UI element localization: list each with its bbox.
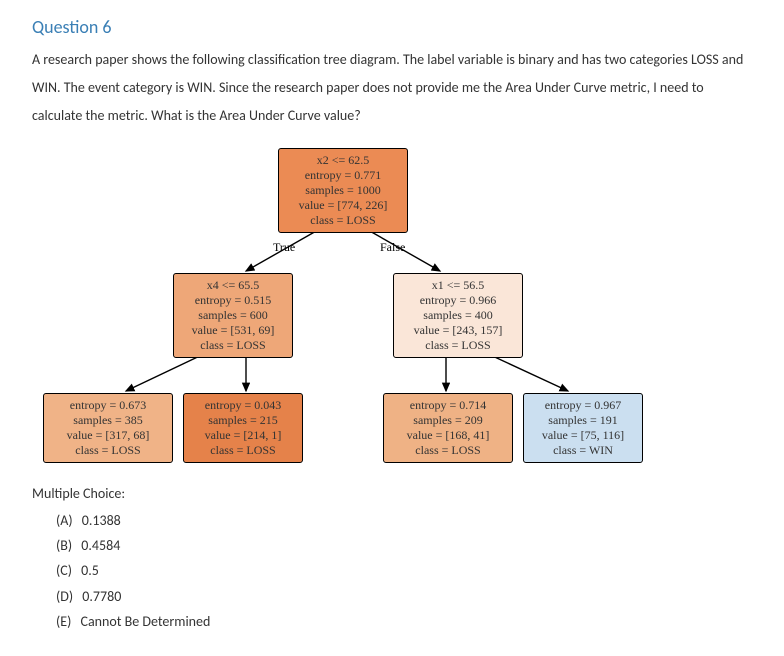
node-line: samples = 385 bbox=[73, 413, 142, 427]
node-line: samples = 600 bbox=[198, 308, 267, 322]
mc-option-b[interactable]: (B) 0.4584 bbox=[56, 533, 752, 558]
mc-text: 0.7780 bbox=[82, 588, 121, 605]
tree-leaf-ll: entropy = 0.673 samples = 385 value = [3… bbox=[43, 393, 173, 463]
node-line: class = LOSS bbox=[425, 338, 490, 352]
node-line: value = [75, 116] bbox=[542, 428, 624, 442]
node-line: class = LOSS bbox=[310, 213, 375, 227]
node-line: entropy = 0.771 bbox=[305, 168, 381, 182]
node-line: entropy = 0.966 bbox=[420, 293, 496, 307]
node-line: x4 <= 65.5 bbox=[207, 278, 260, 292]
question-body: A research paper shows the following cla… bbox=[32, 46, 752, 130]
mc-list: (A) 0.1388 (B) 0.4584 (C) 0.5 (D) 0.7780… bbox=[32, 508, 752, 634]
tree-node-root: x2 <= 62.5 entropy = 0.771 samples = 100… bbox=[278, 148, 408, 233]
node-line: value = [774, 226] bbox=[299, 198, 388, 212]
tree-leaf-rl: entropy = 0.714 samples = 209 value = [1… bbox=[383, 393, 513, 463]
node-line: x2 <= 62.5 bbox=[317, 153, 370, 167]
mc-option-d[interactable]: (D) 0.7780 bbox=[56, 584, 752, 609]
node-line: class = WIN bbox=[553, 443, 613, 457]
node-line: samples = 215 bbox=[208, 413, 277, 427]
node-line: samples = 1000 bbox=[305, 183, 380, 197]
tree-diagram: True False x2 <= 62.5 entropy = 0.771 sa… bbox=[28, 148, 728, 483]
edge-label-true: True bbox=[273, 240, 295, 255]
mc-option-a[interactable]: (A) 0.1388 bbox=[56, 508, 752, 533]
node-line: value = [243, 157] bbox=[414, 323, 503, 337]
mc-key: (B) bbox=[56, 537, 72, 554]
mc-text: Cannot Be Determined bbox=[81, 613, 211, 630]
node-line: value = [317, 68] bbox=[67, 428, 150, 442]
mc-text: 0.4584 bbox=[81, 537, 120, 554]
mc-text: 0.5 bbox=[81, 562, 99, 579]
node-line: entropy = 0.515 bbox=[195, 293, 271, 307]
mc-key: (D) bbox=[56, 588, 73, 605]
mc-option-e[interactable]: (E) Cannot Be Determined bbox=[56, 609, 752, 634]
node-line: entropy = 0.714 bbox=[410, 398, 486, 412]
node-line: entropy = 0.043 bbox=[205, 398, 281, 412]
node-line: samples = 400 bbox=[423, 308, 492, 322]
mc-option-c[interactable]: (C) 0.5 bbox=[56, 558, 752, 583]
node-line: class = LOSS bbox=[415, 443, 480, 457]
node-line: value = [214, 1] bbox=[205, 428, 282, 442]
node-line: x1 <= 56.5 bbox=[432, 278, 485, 292]
mc-heading: Multiple Choice: bbox=[32, 485, 752, 502]
tree-node-right: x1 <= 56.5 entropy = 0.966 samples = 400… bbox=[393, 273, 523, 358]
node-line: samples = 209 bbox=[413, 413, 482, 427]
mc-key: (A) bbox=[56, 512, 73, 529]
mc-key: (C) bbox=[56, 562, 72, 579]
mc-text: 0.1388 bbox=[82, 512, 121, 529]
node-line: class = LOSS bbox=[200, 338, 265, 352]
node-line: class = LOSS bbox=[210, 443, 275, 457]
tree-node-left: x4 <= 65.5 entropy = 0.515 samples = 600… bbox=[173, 273, 293, 358]
tree-leaf-lr: entropy = 0.043 samples = 215 value = [2… bbox=[183, 393, 303, 463]
node-line: value = [531, 69] bbox=[192, 323, 275, 337]
mc-key: (E) bbox=[56, 613, 71, 630]
node-line: entropy = 0.967 bbox=[545, 398, 621, 412]
node-line: entropy = 0.673 bbox=[70, 398, 146, 412]
edge-label-false: False bbox=[380, 240, 405, 255]
question-title: Question 6 bbox=[32, 16, 752, 38]
node-line: class = LOSS bbox=[75, 443, 140, 457]
node-line: value = [168, 41] bbox=[407, 428, 490, 442]
tree-leaf-rr: entropy = 0.967 samples = 191 value = [7… bbox=[523, 393, 643, 463]
node-line: samples = 191 bbox=[548, 413, 617, 427]
